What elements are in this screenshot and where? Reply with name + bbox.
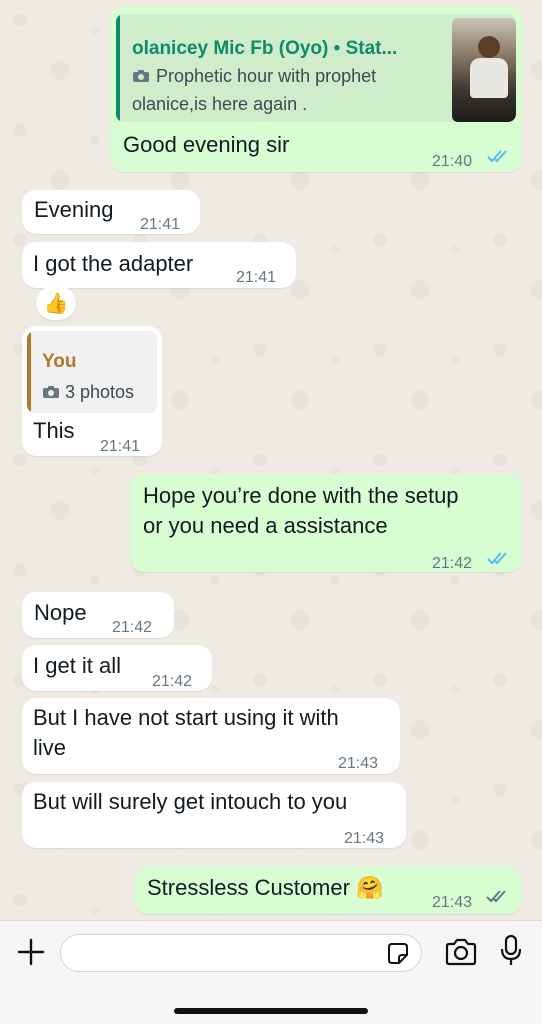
message-time: 21:42 — [152, 673, 193, 690]
message-outgoing[interactable]: Hope you’re done with the setup or you n… — [130, 474, 522, 572]
message-text-line2: live — [33, 735, 67, 760]
message-time: 21:43 — [432, 894, 473, 911]
message-text: Stressless Customer 🤗 — [147, 875, 384, 900]
message-text-line1: But I have not start using it with — [33, 705, 339, 730]
message-text: Evening — [34, 197, 114, 222]
thumbs-up-icon: 👍 — [43, 292, 69, 315]
message-text: Good evening sir — [123, 132, 290, 157]
message-time: 21:43 — [338, 755, 379, 772]
sticker-icon[interactable] — [385, 941, 411, 967]
quote-text: 3 photos — [65, 382, 135, 402]
thumbnail-person-head — [478, 36, 500, 58]
message-text: Nope — [34, 600, 87, 625]
thumbnail-person-body — [470, 58, 508, 98]
message-text: I get it all — [33, 653, 122, 678]
plus-icon[interactable] — [17, 938, 45, 966]
message-incoming[interactable]: But will surely get intouch to you 21:43 — [22, 782, 406, 848]
you-quote[interactable]: You 3 photos — [27, 331, 157, 413]
quote-bar — [27, 331, 31, 413]
quote-bar — [116, 14, 120, 122]
message-text-line2: or you need a assistance — [143, 513, 388, 538]
message-input[interactable] — [60, 934, 422, 972]
message-status-reply[interactable]: olanicey Mic Fb (Oyo) • Stat... Propheti… — [110, 6, 522, 172]
quote-author: You — [42, 351, 77, 372]
camera-icon[interactable] — [444, 938, 478, 966]
message-text: This — [33, 418, 75, 443]
read-ticks-icon — [487, 552, 507, 565]
composer-bar — [0, 920, 542, 1024]
message-time: 21:41 — [100, 438, 141, 455]
status-author: olanicey Mic Fb (Oyo) • Stat... — [132, 38, 398, 59]
camera-small-icon — [43, 386, 59, 398]
message-outgoing[interactable]: Stressless Customer 🤗 21:43 — [134, 866, 522, 914]
status-preview-line2: olanice,is here again . — [132, 94, 308, 114]
message-incoming[interactable]: I get it all 21:42 — [22, 645, 212, 691]
message-incoming[interactable]: Nope 21:42 — [22, 592, 174, 638]
message-incoming[interactable]: Evening 21:41 — [22, 190, 200, 234]
message-time: 21:43 — [344, 830, 385, 847]
message-time: 21:41 — [140, 216, 181, 233]
status-preview: Prophetic hour with prophet — [132, 64, 376, 88]
delivered-ticks-icon — [486, 890, 506, 903]
status-preview-line1: Prophetic hour with prophet — [156, 66, 377, 86]
message-incoming[interactable]: I got the adapter 21:41 — [22, 242, 296, 288]
message-time: 21:42 — [432, 555, 473, 572]
quote-preview: 3 photos — [42, 377, 134, 407]
message-text: But will surely get intouch to you — [33, 789, 348, 814]
status-quote[interactable]: olanicey Mic Fb (Oyo) • Stat... Propheti… — [116, 14, 516, 122]
camera-small-icon — [133, 70, 149, 82]
read-ticks-icon — [487, 150, 507, 163]
message-text-line1: Hope you’re done with the setup — [143, 483, 459, 508]
chat-background: olanicey Mic Fb (Oyo) • Stat... Propheti… — [0, 0, 542, 920]
message-time: 21:40 — [432, 153, 473, 170]
message-incoming[interactable]: But I have not start using it with live … — [22, 698, 400, 774]
microphone-icon[interactable] — [499, 934, 523, 968]
message-text: I got the adapter — [33, 251, 194, 276]
status-thumbnail[interactable] — [452, 18, 516, 122]
message-incoming-quoted[interactable]: You 3 photos This 21:41 — [22, 326, 162, 456]
reaction-badge[interactable]: 👍 — [36, 286, 76, 320]
message-time: 21:42 — [112, 619, 153, 636]
message-time: 21:41 — [236, 269, 277, 286]
home-indicator — [174, 1008, 368, 1014]
